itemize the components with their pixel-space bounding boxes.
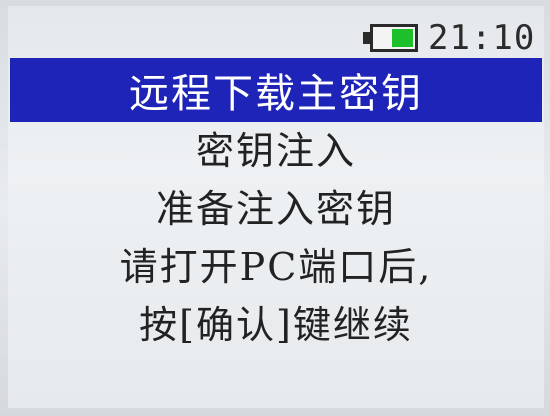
message-line-press-confirm: 按[确认]键继续 (139, 303, 413, 347)
status-bar: 21:10 (8, 6, 544, 58)
title-bar: 远程下载主密钥 (10, 58, 542, 122)
message-line-open-port: 请打开PC端口后, (119, 245, 433, 289)
battery-cap (363, 32, 370, 44)
message-line-prepare: 准备注入密钥 (155, 187, 396, 231)
message-area: 密钥注入 准备注入密钥 请打开PC端口后, 按[确认]键继续 (8, 122, 544, 354)
clock-time: 21:10 (428, 18, 536, 58)
page-title: 远程下载主密钥 (129, 71, 423, 117)
lcd-screen: 21:10 远程下载主密钥 密钥注入 准备注入密钥 请打开PC端口后, 按[确认… (8, 6, 544, 408)
battery-icon (370, 24, 418, 52)
message-line-key-injection: 密钥注入 (195, 129, 356, 173)
battery-level-fill (392, 29, 413, 47)
